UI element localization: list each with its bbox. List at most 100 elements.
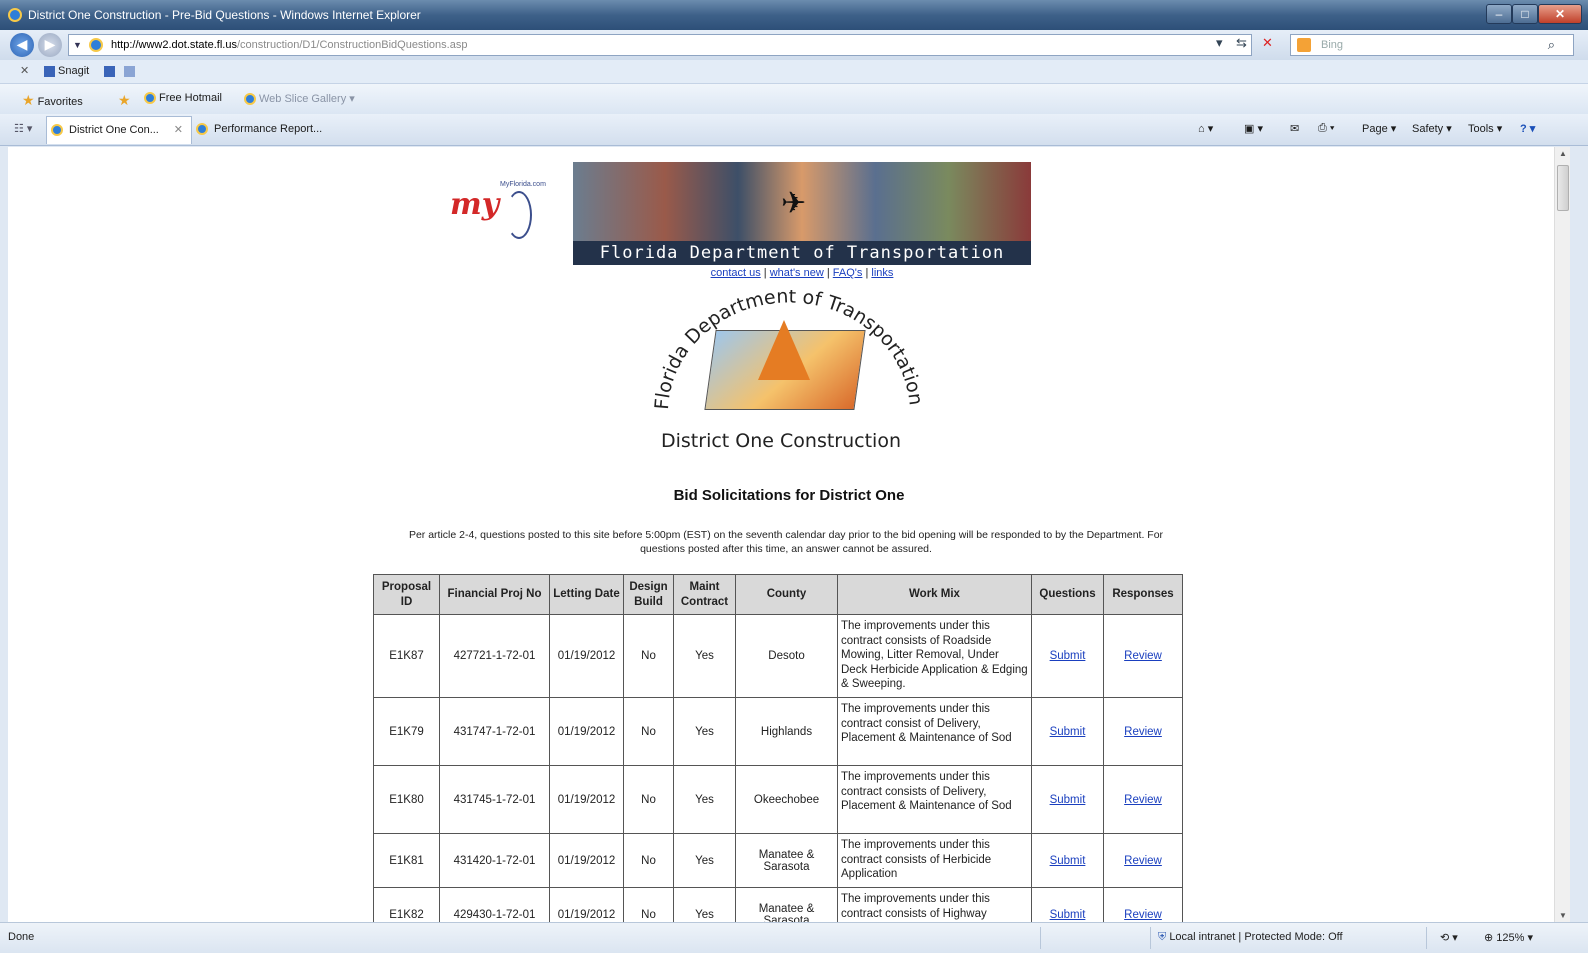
tab-row: ☷ ▾ District One Con... ✕ Performance Re… <box>0 114 1588 146</box>
work-mix: The improvements under this contract con… <box>837 887 1032 922</box>
print-icon[interactable]: ⎙ ▾ <box>1318 122 1334 135</box>
scroll-up-icon[interactable]: ▲ <box>1559 149 1567 158</box>
snagit-options-icon[interactable] <box>124 66 135 77</box>
security-zone[interactable]: ⛨ Local intranet | Protected Mode: Off <box>1158 931 1343 944</box>
add-favorites-icon[interactable]: ★ <box>118 92 134 109</box>
table-row: E1K87 427721-1-72-01 01/19/2012 No Yes D… <box>373 614 1183 698</box>
design-build: No <box>623 833 674 888</box>
address-path: /construction/D1/ConstructionBidQuestion… <box>236 39 468 51</box>
stop-icon[interactable]: ✕ <box>1262 35 1273 51</box>
maint-contract: Yes <box>673 833 736 888</box>
review-link[interactable]: Review <box>1124 650 1162 662</box>
col-responses: Responses <box>1103 574 1183 615</box>
security-zone-label: Local intranet | Protected Mode: Off <box>1169 931 1343 943</box>
fav-link-hotmail-label: Free Hotmail <box>159 92 222 104</box>
contact-us-link[interactable]: contact us <box>711 267 761 279</box>
favorites-button[interactable]: ★ Favorites <box>22 92 83 109</box>
district-seal: Florida Department of Transportation Dis… <box>618 290 944 462</box>
status-text: Done <box>8 931 35 943</box>
fav-link-webslice[interactable]: Web Slice Gallery ▾ <box>244 92 355 106</box>
review-link[interactable]: Review <box>1124 855 1162 867</box>
letting-date: 01/19/2012 <box>549 765 624 834</box>
questions-cell: Submit <box>1031 833 1104 888</box>
tab-ie-icon <box>196 123 208 135</box>
submit-link[interactable]: Submit <box>1050 650 1086 662</box>
tab-close-icon[interactable]: ✕ <box>174 117 183 143</box>
airplane-icon: ✈ <box>781 187 807 220</box>
submit-link[interactable]: Submit <box>1050 726 1086 738</box>
fav-link-hotmail[interactable]: Free Hotmail <box>144 92 222 105</box>
design-build: No <box>623 887 674 922</box>
search-icon[interactable]: ⌕ <box>1548 35 1555 55</box>
snagit-capture-icon[interactable] <box>104 66 115 77</box>
favorites-bar: ★ Favorites ★ Free Hotmail Web Slice Gall… <box>0 84 1588 114</box>
maximize-button[interactable]: □ <box>1512 4 1538 24</box>
responses-cell: Review <box>1103 614 1183 698</box>
col-design-build: Design Build <box>623 574 674 615</box>
home-icon[interactable]: ⌂ ▾ <box>1198 122 1213 135</box>
zoom-control[interactable]: ⊕ 125% ▾ <box>1484 931 1533 944</box>
bid-table: Proposal ID Financial Proj No Letting Da… <box>373 574 1183 922</box>
status-divider <box>1150 927 1151 949</box>
review-link[interactable]: Review <box>1124 726 1162 738</box>
mail-icon[interactable]: ✉ <box>1290 122 1299 135</box>
page-menu[interactable]: Page ▾ <box>1362 122 1396 135</box>
tab-label: District One Con... <box>69 124 159 136</box>
status-bar: Done ⛨ Local intranet | Protected Mode: … <box>0 922 1588 953</box>
quick-tabs-icon[interactable]: ☷ ▾ <box>14 122 32 135</box>
feeds-icon[interactable]: ▣ ▾ <box>1244 122 1263 135</box>
questions-cell: Submit <box>1031 697 1104 766</box>
review-link[interactable]: Review <box>1124 909 1162 921</box>
links-link[interactable]: links <box>871 267 893 279</box>
favorites-label: Favorites <box>37 96 83 108</box>
minimize-button[interactable]: – <box>1486 4 1512 24</box>
favorites-star-icon: ★ <box>22 92 35 108</box>
status-divider <box>1426 927 1427 949</box>
close-toolbar-icon[interactable]: ✕ <box>20 64 29 77</box>
review-link[interactable]: Review <box>1124 794 1162 806</box>
responses-cell: Review <box>1103 833 1183 888</box>
back-icon[interactable]: ◀ <box>10 33 34 57</box>
forward-icon[interactable]: ▶ <box>38 33 62 57</box>
financial-proj: 431747-1-72-01 <box>439 697 550 766</box>
help-icon[interactable]: ? ▾ <box>1520 122 1535 135</box>
recent-pages-icon[interactable]: ▼ <box>73 35 82 55</box>
address-row: ◀ ▶ ▼ http://www2.dot.state.fl.us/constr… <box>0 30 1588 60</box>
design-build: No <box>623 614 674 698</box>
snagit-button[interactable]: Snagit <box>44 65 89 77</box>
logo-text: my <box>450 187 500 222</box>
page-heading: Bid Solicitations for District One <box>673 487 905 504</box>
col-maint-contract: Maint Contract <box>673 574 736 615</box>
refresh-icon[interactable]: ⇆ <box>1236 35 1247 51</box>
faqs-link[interactable]: FAQ's <box>833 267 863 279</box>
ie-icon <box>8 8 22 22</box>
seal-caption: District One Construction <box>661 430 901 452</box>
address-bar[interactable]: ▼ http://www2.dot.state.fl.us/constructi… <box>68 34 1252 56</box>
submit-link[interactable]: Submit <box>1050 855 1086 867</box>
intranet-icon: ⛨ <box>1158 931 1170 943</box>
vertical-scrollbar[interactable]: ▲ ▼ <box>1554 147 1570 922</box>
whats-new-link[interactable]: what's new <box>770 267 824 279</box>
questions-cell: Submit <box>1031 887 1104 922</box>
tab-district-one[interactable]: District One Con... ✕ <box>46 116 192 144</box>
close-button[interactable]: ✕ <box>1538 4 1582 24</box>
scrollbar-thumb[interactable] <box>1557 165 1569 211</box>
letting-date: 01/19/2012 <box>549 833 624 888</box>
search-input[interactable]: Bing ⌕ <box>1290 34 1574 56</box>
submit-link[interactable]: Submit <box>1050 909 1086 921</box>
tools-menu[interactable]: Tools ▾ <box>1468 122 1502 135</box>
letting-date: 01/19/2012 <box>549 697 624 766</box>
page-content: my MyFlorida.com ✈ Florida Department of… <box>8 147 1554 922</box>
maint-contract: Yes <box>673 614 736 698</box>
protection-icon[interactable]: ⟲ ▾ <box>1440 931 1458 944</box>
submit-link[interactable]: Submit <box>1050 794 1086 806</box>
myflorida-logo[interactable]: my MyFlorida.com <box>448 175 558 245</box>
scroll-down-icon[interactable]: ▼ <box>1559 911 1567 920</box>
safety-menu[interactable]: Safety ▾ <box>1412 122 1452 135</box>
tab-performance-report[interactable]: Performance Report... <box>192 116 362 144</box>
maint-contract: Yes <box>673 697 736 766</box>
financial-proj: 431745-1-72-01 <box>439 765 550 834</box>
address-dropdown-icon[interactable]: ▾ <box>1216 35 1223 51</box>
responses-cell: Review <box>1103 697 1183 766</box>
county: Manatee & Sarasota <box>735 887 838 922</box>
